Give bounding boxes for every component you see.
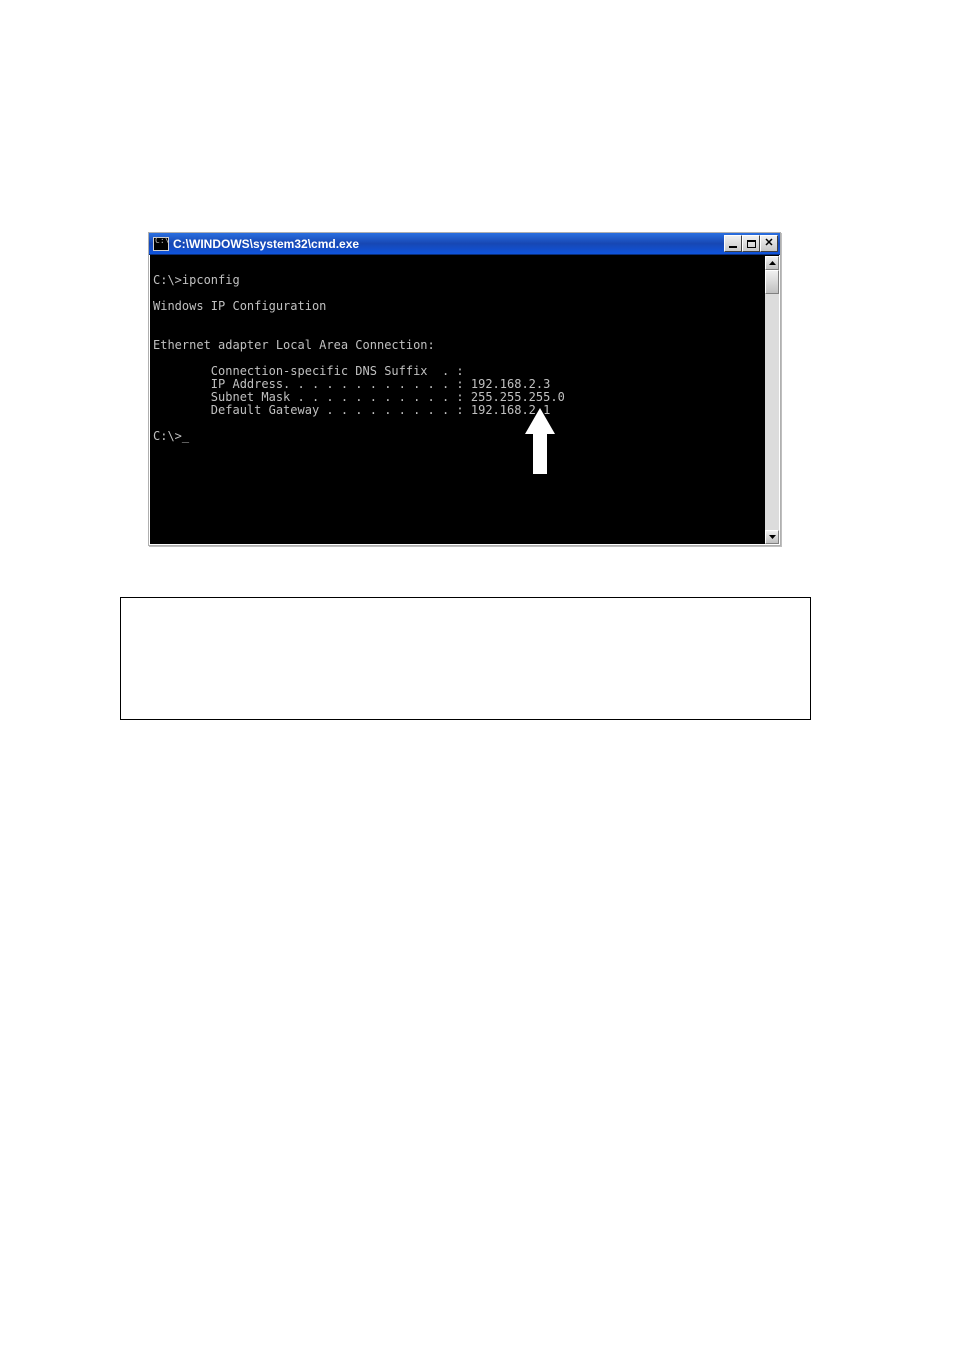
vertical-scrollbar[interactable] — [765, 256, 779, 544]
arrow-up-icon — [769, 261, 776, 265]
term-line: Connection-specific DNS Suffix . : — [153, 364, 464, 378]
window-title: C:\WINDOWS\system32\cmd.exe — [173, 237, 359, 251]
titlebar[interactable]: C:\ C:\WINDOWS\system32\cmd.exe ✕ — [149, 233, 780, 255]
titlebar-left: C:\ C:\WINDOWS\system32\cmd.exe — [153, 237, 359, 251]
term-line: Default Gateway . . . . . . . . . : 192.… — [153, 403, 550, 417]
scroll-track[interactable] — [765, 270, 779, 530]
arrow-down-icon — [769, 535, 776, 539]
maximize-button[interactable] — [742, 235, 760, 252]
term-line: IP Address. . . . . . . . . . . . : 192.… — [153, 377, 550, 391]
term-line: Subnet Mask . . . . . . . . . . . : 255.… — [153, 390, 565, 404]
scroll-down-button[interactable] — [765, 530, 779, 544]
term-line: C:\>ipconfig — [153, 273, 240, 287]
minimize-button[interactable] — [724, 235, 742, 252]
term-line: Ethernet adapter Local Area Connection: — [153, 338, 435, 352]
cmd-icon: C:\ — [153, 237, 169, 251]
callout-box — [120, 597, 811, 720]
term-line: Windows IP Configuration — [153, 299, 326, 313]
close-button[interactable]: ✕ — [760, 235, 778, 252]
window-controls: ✕ — [724, 235, 778, 252]
scroll-up-button[interactable] — [765, 256, 779, 270]
arrow-annotation — [525, 408, 555, 474]
scroll-thumb[interactable] — [765, 270, 779, 294]
terminal-output: C:\>ipconfig Windows IP Configuration Et… — [153, 261, 776, 443]
cmd-window: C:\ C:\WINDOWS\system32\cmd.exe ✕ C:\>ip… — [148, 232, 781, 546]
term-prompt: C:\>_ — [153, 429, 189, 443]
terminal-body[interactable]: C:\>ipconfig Windows IP Configuration Et… — [149, 255, 780, 545]
